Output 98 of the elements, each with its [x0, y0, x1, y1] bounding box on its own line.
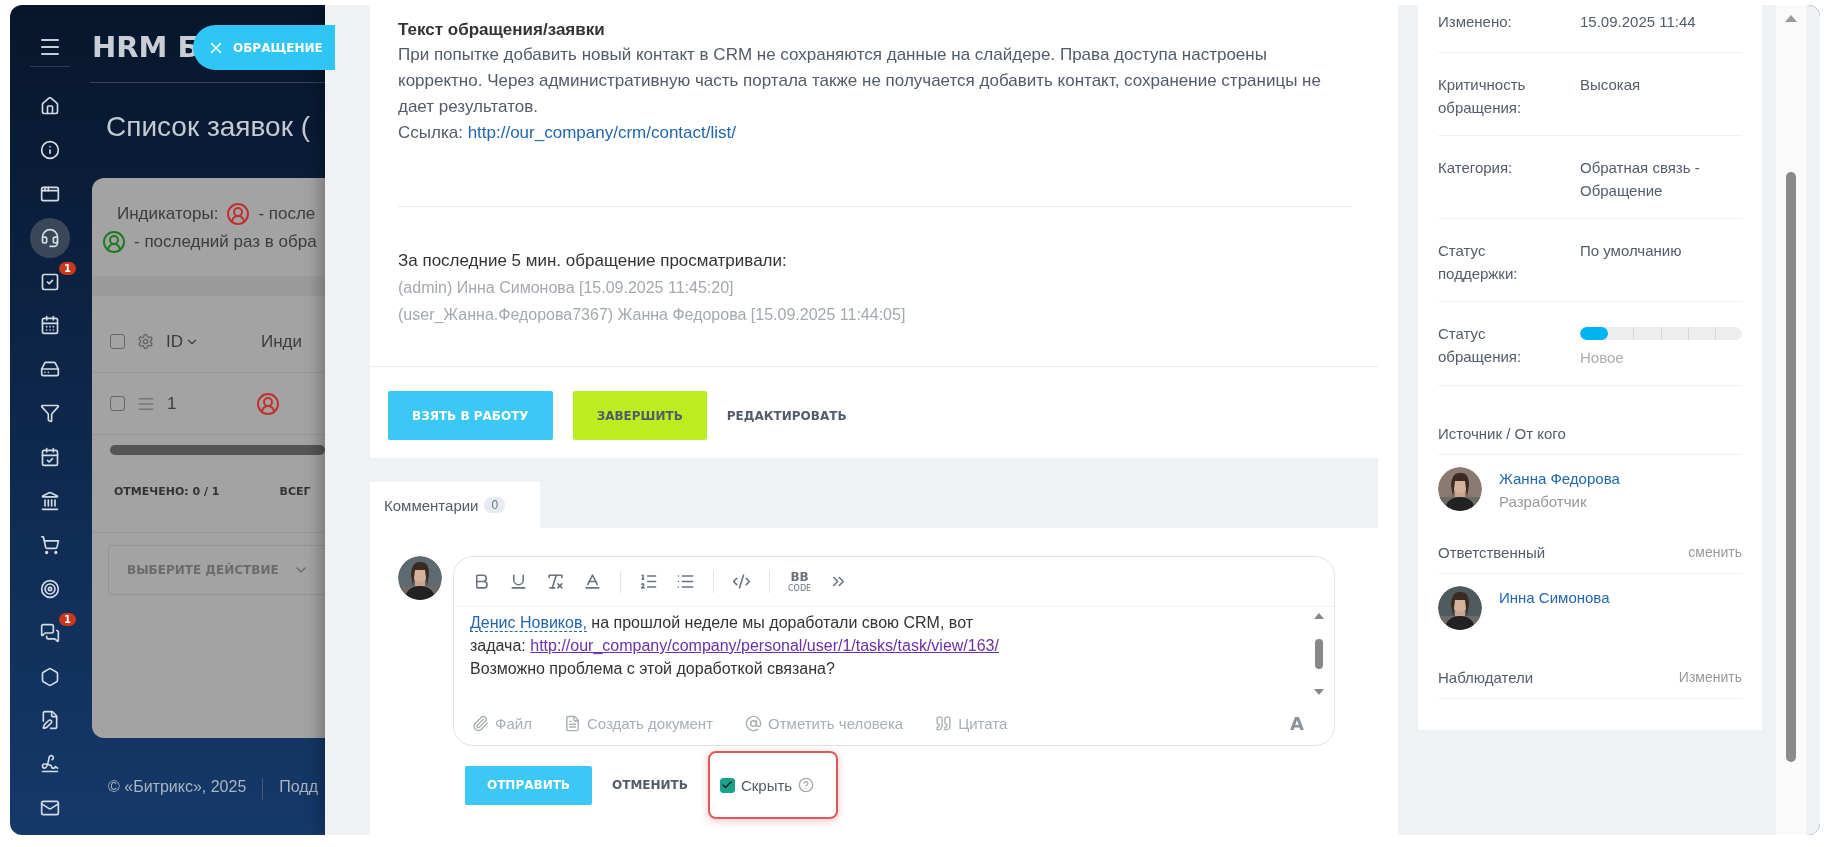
mention-link[interactable]: Денис Новиков, [470, 614, 587, 632]
viewers-heading: За последние 5 мин. обращение просматривали: [398, 250, 788, 272]
scrollbar-thumb[interactable] [1315, 639, 1323, 669]
attachment-button[interactable]: Создать документ [563, 714, 714, 732]
document-icon [563, 714, 581, 732]
calendar-check-icon [40, 447, 60, 468]
property-label: Категория: [1438, 158, 1514, 178]
selected-count: ОТМЕЧЕНО: 0 / 1 [114, 485, 220, 500]
paperclip-icon [472, 714, 489, 732]
quote-icon [935, 714, 953, 732]
checkbox[interactable] [110, 334, 125, 349]
headset-icon [40, 227, 60, 248]
count-badge: 1 [59, 612, 76, 626]
viewer-entry: (user_Жанна.Федорова7367) Жанна Федорова [15.09.2025 11:44:05] [398, 305, 907, 325]
property-value: Обратная связь - Обращение [1580, 158, 1701, 201]
toolbar-button[interactable] [583, 572, 602, 591]
change-link[interactable]: сменить [1688, 541, 1742, 564]
cancel-button[interactable]: ОТМЕНИТЬ [612, 778, 688, 792]
person-role: Разработчик [1499, 492, 1588, 512]
property-label: Статус обращения: [1438, 324, 1523, 367]
column-header[interactable]: Инди [261, 331, 303, 352]
calendar-icon [40, 315, 60, 336]
arrow-down-icon[interactable] [1314, 689, 1324, 695]
section-heading: Источник / От кого [1438, 424, 1566, 444]
change-link[interactable]: Изменить [1678, 666, 1742, 689]
hide-label: Скрыть [740, 776, 793, 794]
comments-tab[interactable]: Комментарии 0 [370, 482, 540, 528]
mail-icon [40, 798, 60, 819]
document-pen-icon [40, 710, 60, 731]
drive-icon [40, 359, 60, 380]
scrollbar[interactable] [1776, 5, 1806, 835]
property-label: Критичность обращения: [1438, 75, 1527, 118]
toolbar-button[interactable] [639, 572, 658, 591]
person-name[interactable]: Инна Симонова [1499, 589, 1610, 606]
total-count: ВСЕГ [279, 485, 311, 500]
edit-link[interactable]: РЕДАКТИРОВАТЬ [726, 391, 847, 440]
hexagon-icon [40, 666, 60, 687]
column-header[interactable]: ID [166, 331, 183, 352]
signature-icon [40, 754, 60, 775]
text-color-icon [583, 572, 602, 591]
toolbar-button[interactable] [546, 572, 565, 591]
numbered-list-icon [639, 572, 658, 591]
section-heading: Текст обращения/заявки [398, 19, 606, 41]
comment-text[interactable]: Денис Новиков, на прошлой неделе мы доработали свою CRM, вот задача: http://our_company/company/personal/user/1/tasks/task/view/163/ Возможно проблема с этой доработкой связана? [470, 611, 1312, 701]
indicator-text: - после [258, 204, 316, 224]
section-heading: Ответственный [1438, 543, 1546, 563]
property-value: По умолчанию [1580, 241, 1683, 261]
toolbar-button[interactable] [509, 572, 528, 591]
user-icon [256, 391, 281, 416]
bank-icon [40, 491, 60, 511]
indicators-label: Индикаторы: [117, 204, 219, 224]
scrollbar[interactable] [110, 445, 325, 455]
link-line: Ссылка: http://our_company/crm/contact/list/ [398, 122, 737, 144]
attachment-button[interactable]: Цитата [935, 714, 1008, 732]
attachment-button[interactable]: Отметить человека [745, 714, 904, 732]
count-badge: 0 [484, 497, 506, 513]
checkbox[interactable] [719, 777, 735, 793]
comment-editor[interactable] [453, 556, 1335, 746]
action-button[interactable]: ЗАВЕРШИТЬ [572, 391, 707, 440]
section-heading: Наблюдатели [1438, 668, 1534, 688]
clear-format-icon [546, 572, 565, 591]
attachment-button[interactable]: Файл [472, 714, 532, 732]
at-icon [745, 714, 763, 732]
house-icon [40, 96, 60, 116]
bullet-list-icon [676, 572, 695, 591]
funnel-icon [40, 403, 60, 424]
cart-icon [40, 534, 60, 555]
underline-icon [509, 572, 528, 591]
toolbar-button[interactable] [676, 572, 695, 591]
bbcode-button[interactable]: BB CODE [788, 570, 812, 593]
chat-icon [40, 622, 60, 643]
property-label: Статус поддержки: [1438, 241, 1519, 284]
arrow-up-icon[interactable] [1314, 613, 1324, 619]
count-badge: 1 [59, 261, 76, 275]
page-title: Список заявок ( [106, 111, 310, 142]
viewer-entry: (admin) Инна Симонова [15.09.2025 11:45:20] [398, 278, 735, 298]
checkbox[interactable] [110, 396, 125, 411]
checkbox-icon [40, 271, 60, 292]
link[interactable]: http://our_company/crm/contact/list/ [467, 123, 736, 142]
toolbar-button[interactable] [732, 572, 751, 591]
request-text: При попытке добавить новый контакт в CRM не сохраняются данные на слайдере. Права доступа настроены корректно. Через административную часть портала также не получается добавить контакт, сохранение страницы не дает результатов. [398, 44, 1322, 118]
support-link[interactable]: Подд [279, 778, 318, 796]
scrollbar-thumb[interactable] [1786, 172, 1796, 762]
target-icon [40, 578, 60, 599]
sidebar-item[interactable] [30, 217, 70, 258]
info-icon [40, 139, 60, 160]
status-caption: Новое [1580, 348, 1625, 368]
task-link[interactable]: http://our_company/company/personal/user/1/tasks/task/view/163/ [530, 637, 999, 654]
copyright-text: © «Битрикс», 2025 [108, 778, 247, 796]
property-value: Высокая [1580, 75, 1642, 95]
arrow-up-icon[interactable] [1785, 15, 1797, 22]
person-name[interactable]: Жанна Федорова [1499, 470, 1620, 487]
code-icon [732, 572, 751, 591]
property-label: Изменено: [1438, 12, 1513, 32]
font-button[interactable]: A [1284, 711, 1310, 735]
indicator-text: - последний раз в обра [134, 232, 317, 252]
property-value: 15.09.2025 11:44 [1580, 12, 1697, 32]
table-cell: 1 [167, 393, 177, 414]
